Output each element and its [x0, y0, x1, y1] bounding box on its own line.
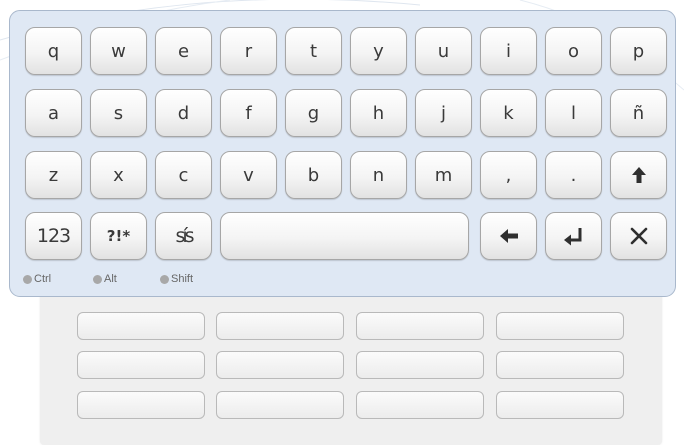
candidate-slot[interactable] — [216, 391, 344, 419]
key-y[interactable]: y — [350, 27, 407, 75]
key-x[interactable]: x — [90, 151, 147, 199]
shift-status-dot — [160, 274, 169, 284]
candidate-slot[interactable] — [77, 391, 205, 419]
key-k[interactable]: k — [480, 89, 537, 137]
shift-key[interactable] — [610, 151, 667, 199]
candidate-slot[interactable] — [216, 312, 344, 340]
ctrl-status-dot — [23, 274, 32, 284]
key-j[interactable]: j — [415, 89, 472, 137]
up-arrow-icon — [631, 167, 646, 183]
key-h[interactable]: h — [350, 89, 407, 137]
symbols-key-label: ?!* — [106, 227, 131, 245]
on-screen-keyboard: q w e r t y u i o p a s d f g h j k l ñ … — [9, 10, 676, 297]
alt-indicator: Alt — [93, 273, 117, 285]
key-c[interactable]: c — [155, 151, 212, 199]
symbols-key[interactable]: ?!* — [90, 212, 147, 260]
key-o[interactable]: o — [545, 27, 602, 75]
key-v[interactable]: v — [220, 151, 277, 199]
key-f[interactable]: f — [220, 89, 277, 137]
key-r[interactable]: r — [220, 27, 277, 75]
alt-status-dot — [93, 274, 102, 284]
key-z[interactable]: z — [25, 151, 82, 199]
key-n[interactable]: n — [350, 151, 407, 199]
shift-label: Shift — [171, 273, 194, 285]
key-a[interactable]: a — [25, 89, 82, 137]
key-m[interactable]: m — [415, 151, 472, 199]
candidate-panel — [40, 287, 662, 445]
close-keyboard-button[interactable] — [610, 212, 667, 260]
alt-label: Alt — [104, 273, 117, 285]
accent-key-label: sís — [175, 225, 194, 247]
backspace-key[interactable] — [480, 212, 537, 260]
shift-indicator: Shift — [160, 273, 193, 285]
key-period[interactable]: . — [545, 151, 602, 199]
candidate-slot[interactable] — [77, 312, 205, 340]
candidate-slot[interactable] — [356, 312, 484, 340]
key-g[interactable]: g — [285, 89, 342, 137]
left-arrow-icon — [499, 229, 518, 243]
enter-key[interactable] — [545, 212, 602, 260]
key-s[interactable]: s — [90, 89, 147, 137]
numbers-key-label: 123 — [36, 225, 71, 247]
candidate-slot[interactable] — [356, 351, 484, 379]
key-u[interactable]: u — [415, 27, 472, 75]
candidate-slot[interactable] — [216, 351, 344, 379]
key-i[interactable]: i — [480, 27, 537, 75]
accent-key[interactable]: sís — [155, 212, 212, 260]
space-bar[interactable] — [220, 212, 469, 260]
key-w[interactable]: w — [90, 27, 147, 75]
candidate-slot[interactable] — [496, 391, 624, 419]
key-comma[interactable]: , — [480, 151, 537, 199]
candidate-slot[interactable] — [496, 351, 624, 379]
key-t[interactable]: t — [285, 27, 342, 75]
key-p[interactable]: p — [610, 27, 667, 75]
key-d[interactable]: d — [155, 89, 212, 137]
key-b[interactable]: b — [285, 151, 342, 199]
candidate-slot[interactable] — [356, 391, 484, 419]
close-icon — [630, 227, 647, 245]
key-n-tilde[interactable]: ñ — [610, 89, 667, 137]
ctrl-indicator: Ctrl — [23, 273, 51, 285]
key-l[interactable]: l — [545, 89, 602, 137]
key-q[interactable]: q — [25, 27, 82, 75]
candidate-slot[interactable] — [77, 351, 205, 379]
ctrl-label: Ctrl — [34, 273, 52, 285]
key-e[interactable]: e — [155, 27, 212, 75]
numbers-key[interactable]: 123 — [25, 212, 82, 260]
enter-icon — [563, 228, 581, 246]
candidate-slot[interactable] — [496, 312, 624, 340]
